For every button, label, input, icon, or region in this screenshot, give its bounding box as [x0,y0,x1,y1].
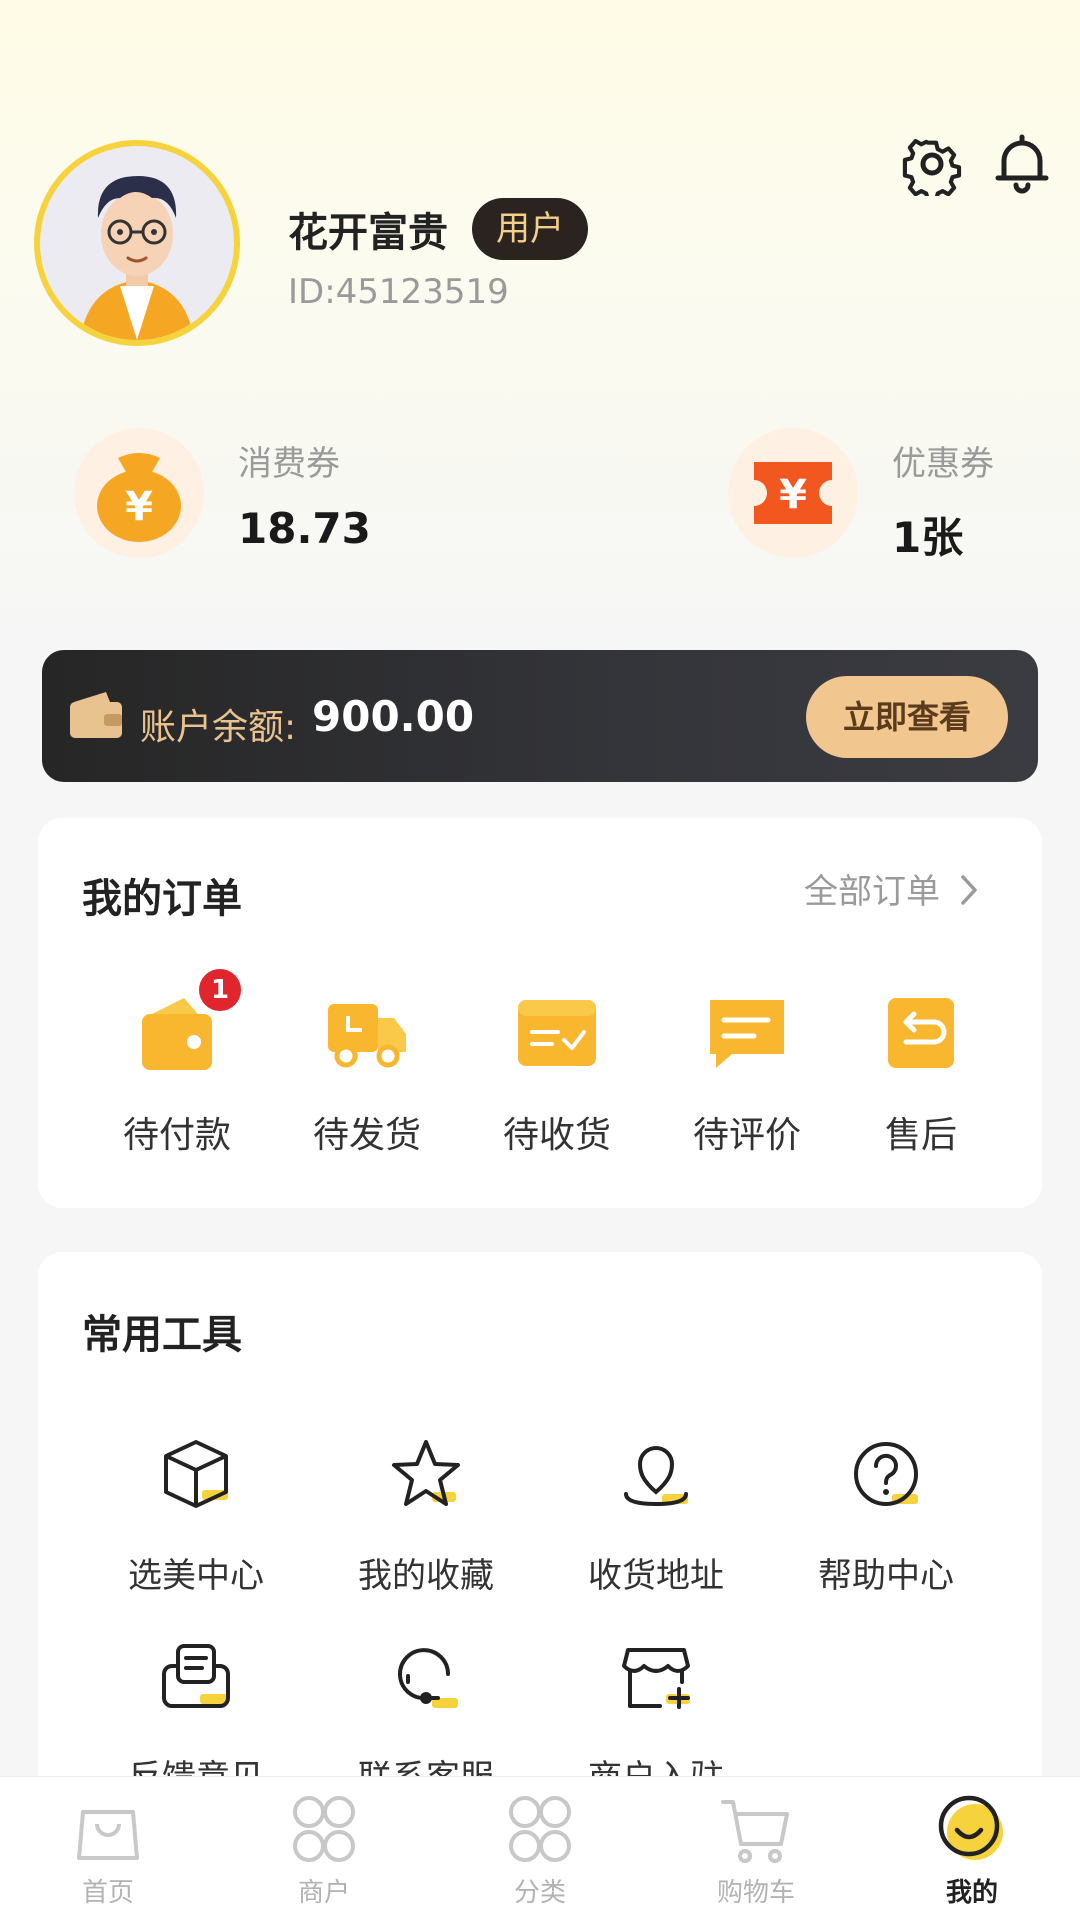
order-to-ship[interactable]: 待发货 [282,988,452,1158]
tab-label: 我的 [945,1878,998,1908]
comment-icon [710,1000,784,1068]
order-label: 待评价 [692,1115,801,1156]
merchant-icon [293,1796,355,1862]
tab-merchant[interactable]: 商户 [264,1790,384,1909]
star-icon [392,1440,460,1506]
cube-icon [164,1440,228,1508]
all-orders-label: 全部订单 [804,872,940,912]
wallet-icon [70,692,122,738]
category-icon [509,1796,571,1862]
balance-label: 账户余额: [140,707,297,748]
svg-text:¥: ¥ [779,472,807,518]
tool-merchant-entry[interactable]: 商户入驻 [556,1636,756,1799]
coupon-icon-bg[interactable]: ¥ [728,428,858,558]
avatar[interactable] [34,140,240,346]
balance-value: 900.00 [312,692,475,741]
tab-category[interactable]: 分类 [480,1790,600,1909]
order-label: 售后 [884,1115,957,1156]
user-role-badge: 用户 [472,198,588,260]
order-to-receive[interactable]: 待收货 [472,988,642,1158]
consumption-voucher-icon-bg[interactable]: ¥ [74,428,204,558]
store-icon [622,1648,690,1709]
truck-icon [328,1004,406,1068]
tools-title: 常用工具 [82,1312,242,1358]
coupon-label: 优惠券 [892,444,994,484]
return-icon [888,998,954,1068]
tab-mine[interactable]: 我的 [912,1790,1032,1909]
tool-label: 收货地址 [588,1556,724,1596]
tool-customer-service[interactable]: 联系客服 [326,1636,526,1799]
bag-icon [77,1810,139,1860]
tool-shipping-address[interactable]: 收货地址 [556,1434,756,1597]
avatar-illustration [80,176,194,340]
order-to-review[interactable]: 待评价 [662,988,832,1158]
tab-cart[interactable]: 购物车 [696,1790,816,1909]
tab-label: 分类 [513,1878,566,1908]
smile-icon [938,1795,1003,1860]
orders-title: 我的订单 [82,876,242,922]
order-label: 待发货 [312,1115,421,1156]
pending-payment-badge: 1 [196,966,244,1014]
tab-label: 商户 [297,1878,350,1908]
tab-label: 首页 [81,1878,134,1908]
tab-label: 购物车 [716,1878,795,1908]
feedback-icon [162,1644,230,1708]
location-icon [624,1446,688,1507]
all-orders-link[interactable]: 全部订单 [804,864,983,913]
tool-label: 选美中心 [128,1556,264,1596]
order-after-sales[interactable]: 售后 [836,988,1006,1158]
order-label: 待付款 [122,1115,231,1156]
svg-text:¥: ¥ [125,484,153,530]
user-name: 花开富贵 [288,210,448,256]
order-pending-payment[interactable]: 待付款 [92,988,262,1158]
user-id: ID:45123519 [288,272,509,312]
chevron-right-icon [961,875,977,905]
tool-favorites[interactable]: 我的收藏 [326,1434,526,1597]
bell-icon[interactable] [990,132,1054,196]
tool-feedback[interactable]: 反馈意见 [96,1636,296,1799]
coupon-value: 1张 [892,513,964,562]
cart-icon [721,1800,789,1863]
view-balance-button[interactable]: 立即查看 [806,676,1008,758]
order-label: 待收货 [502,1115,611,1156]
consumption-voucher-value: 18.73 [238,504,371,553]
tool-label: 帮助中心 [818,1556,954,1596]
gear-icon[interactable] [900,132,964,196]
consumption-voucher-label: 消费券 [238,444,340,484]
help-icon [854,1442,918,1506]
tab-home[interactable]: 首页 [48,1790,168,1909]
headset-icon [398,1648,458,1708]
ticket-icon: ¥ [754,462,832,524]
package-icon [518,1000,596,1066]
tool-label: 我的收藏 [358,1556,494,1596]
tool-help-center[interactable]: 帮助中心 [786,1434,986,1597]
money-bag-icon: ¥ [97,453,181,542]
tool-selection-center[interactable]: 选美中心 [96,1434,296,1597]
